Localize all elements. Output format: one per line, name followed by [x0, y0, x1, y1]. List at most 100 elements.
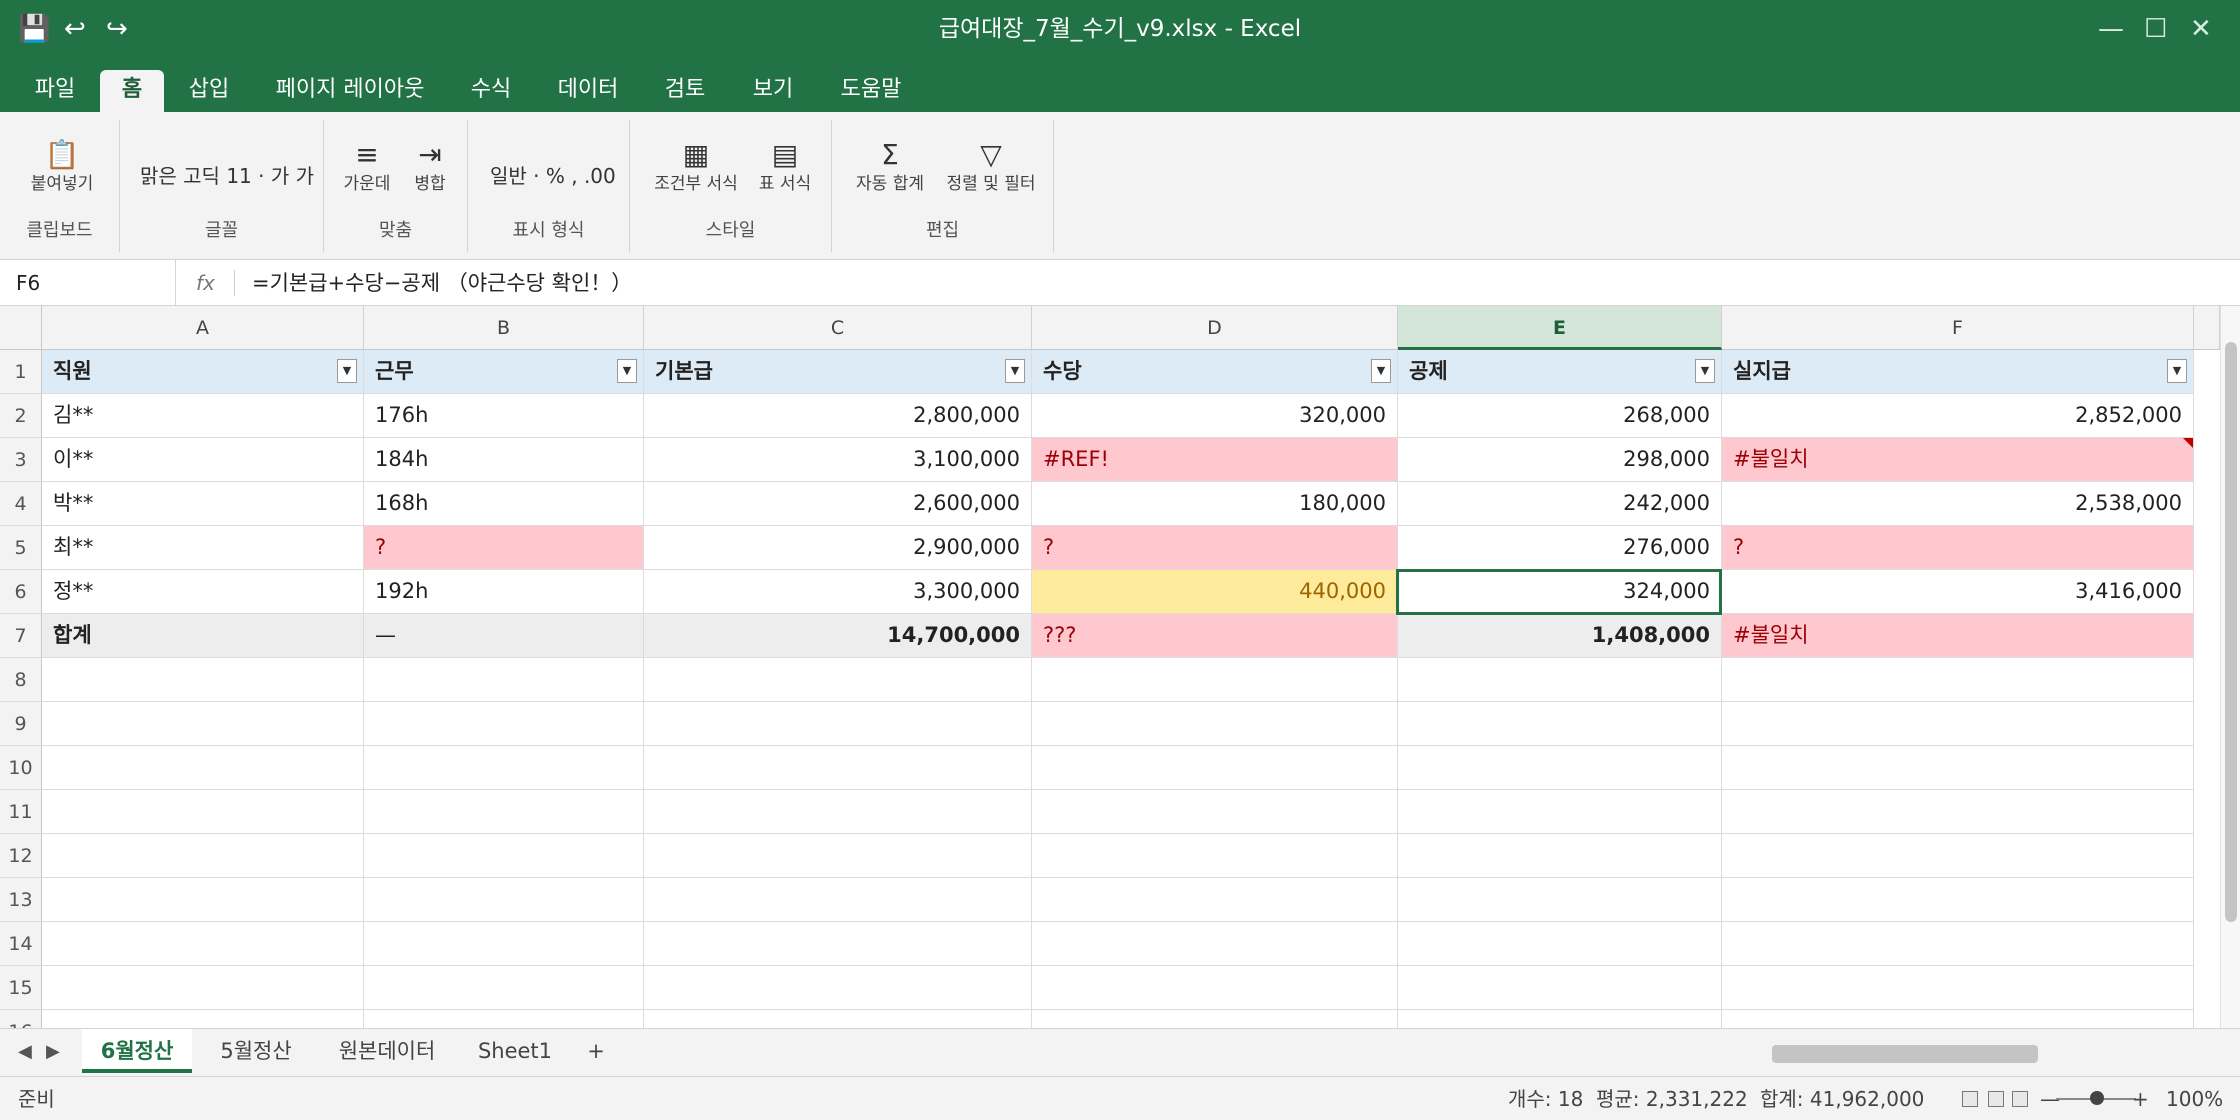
cell[interactable] — [1398, 966, 1722, 1010]
cell[interactable] — [1722, 702, 2194, 746]
cell[interactable] — [42, 790, 364, 834]
row-header[interactable]: 1 — [0, 350, 42, 394]
fx-icon[interactable]: fx — [196, 260, 215, 306]
maximize-button[interactable]: ☐ — [2144, 14, 2167, 44]
row-header[interactable]: 6 — [0, 570, 42, 614]
row-header[interactable]: 5 — [0, 526, 42, 570]
cell[interactable]: 180,000 — [1032, 482, 1398, 526]
cell[interactable] — [364, 1010, 644, 1028]
total-cell[interactable]: — — [364, 614, 644, 658]
row-header[interactable]: 16 — [0, 1010, 42, 1028]
row-header[interactable]: 15 — [0, 966, 42, 1010]
zoom-level[interactable]: 100% — [2166, 1077, 2223, 1120]
cell[interactable] — [42, 702, 364, 746]
row-header[interactable]: 3 — [0, 438, 42, 482]
sheet-next-icon[interactable]: ▶ — [46, 1039, 60, 1065]
cell[interactable]: 324,000 — [1398, 570, 1722, 614]
cell[interactable] — [1398, 658, 1722, 702]
tab-data[interactable]: 데이터 — [546, 70, 630, 112]
cell[interactable]: 242,000 — [1398, 482, 1722, 526]
header-cell-hours[interactable]: 근무 ▼ — [364, 350, 644, 394]
page-break-view-icon[interactable] — [2012, 1091, 2028, 1107]
sort-filter-button[interactable]: ▽ 정렬 및 필터 — [936, 138, 1046, 196]
cell[interactable] — [1398, 746, 1722, 790]
error-cell[interactable]: #REF! — [1032, 438, 1398, 482]
cell[interactable]: 176h — [364, 394, 644, 438]
cell[interactable] — [1032, 658, 1398, 702]
normal-view-icon[interactable] — [1962, 1091, 1978, 1107]
cell[interactable]: 320,000 — [1032, 394, 1398, 438]
cell[interactable]: 168h — [364, 482, 644, 526]
vertical-scrollbar[interactable] — [2220, 306, 2240, 1028]
cell[interactable] — [644, 878, 1032, 922]
filter-dropdown-icon[interactable]: ▼ — [337, 359, 357, 383]
cell[interactable]: 2,600,000 — [644, 482, 1032, 526]
filter-dropdown-icon[interactable]: ▼ — [1371, 359, 1391, 383]
cell[interactable]: 3,416,000 — [1722, 570, 2194, 614]
cell[interactable]: 2,900,000 — [644, 526, 1032, 570]
row-header[interactable]: 11 — [0, 790, 42, 834]
cell[interactable] — [42, 834, 364, 878]
cell[interactable] — [1398, 790, 1722, 834]
total-cell[interactable]: 1,408,000 — [1398, 614, 1722, 658]
cell[interactable] — [364, 746, 644, 790]
cell[interactable] — [1032, 790, 1398, 834]
row-header[interactable]: 12 — [0, 834, 42, 878]
cell[interactable]: 268,000 — [1398, 394, 1722, 438]
cell[interactable] — [1032, 922, 1398, 966]
cell[interactable]: 이** — [42, 438, 364, 482]
total-error-cell[interactable]: #불일치 — [1722, 614, 2194, 658]
cell[interactable] — [42, 922, 364, 966]
row-header[interactable]: 8 — [0, 658, 42, 702]
cell[interactable] — [1398, 834, 1722, 878]
filter-dropdown-icon[interactable]: ▼ — [1005, 359, 1025, 383]
table-format-button[interactable]: ▤ 표 서식 — [752, 138, 818, 196]
cell[interactable] — [42, 1010, 364, 1028]
total-cell[interactable]: 14,700,000 — [644, 614, 1032, 658]
cell[interactable] — [364, 966, 644, 1010]
cell[interactable]: 김** — [42, 394, 364, 438]
tab-insert[interactable]: 삽입 — [176, 70, 242, 112]
error-cell[interactable]: ? — [1722, 526, 2194, 570]
page-layout-view-icon[interactable] — [1988, 1091, 2004, 1107]
cell[interactable] — [1722, 658, 2194, 702]
cell[interactable] — [644, 1010, 1032, 1028]
sheet-tab-june[interactable]: 6월정산 — [82, 1029, 192, 1073]
filter-dropdown-icon[interactable]: ▼ — [1695, 359, 1715, 383]
tab-file[interactable]: 파일 — [22, 70, 88, 112]
tab-view[interactable]: 보기 — [740, 70, 806, 112]
sheet-prev-icon[interactable]: ◀ — [18, 1039, 32, 1065]
column-header-f[interactable]: F — [1722, 306, 2194, 350]
cell[interactable] — [1032, 834, 1398, 878]
cell[interactable] — [42, 966, 364, 1010]
cell[interactable] — [1722, 878, 2194, 922]
cell[interactable] — [1398, 878, 1722, 922]
cell[interactable] — [1032, 878, 1398, 922]
cell[interactable] — [1032, 702, 1398, 746]
conditional-format-button[interactable]: ▦ 조건부 서식 — [644, 138, 748, 196]
minimize-button[interactable]: — — [2098, 14, 2124, 44]
cell[interactable] — [364, 702, 644, 746]
filter-dropdown-icon[interactable]: ▼ — [2167, 359, 2187, 383]
cell[interactable] — [364, 658, 644, 702]
zoom-in-button[interactable]: + — [2132, 1077, 2149, 1120]
row-header[interactable]: 7 — [0, 614, 42, 658]
cell[interactable] — [644, 834, 1032, 878]
cell[interactable] — [1722, 1010, 2194, 1028]
tab-formulas[interactable]: 수식 — [456, 70, 526, 112]
warning-cell[interactable]: 440,000 — [1032, 570, 1398, 614]
tab-help[interactable]: 도움말 — [828, 70, 914, 112]
column-header-g[interactable] — [2194, 306, 2220, 350]
column-header-d[interactable]: D — [1032, 306, 1398, 350]
column-header-b[interactable]: B — [364, 306, 644, 350]
row-header[interactable]: 10 — [0, 746, 42, 790]
horizontal-scroll-thumb[interactable] — [1772, 1045, 2038, 1063]
align-center-button[interactable]: ≡ 가운데 — [338, 138, 396, 196]
cell[interactable] — [1398, 922, 1722, 966]
cell[interactable] — [1032, 966, 1398, 1010]
cell[interactable] — [644, 790, 1032, 834]
cell[interactable] — [1722, 922, 2194, 966]
error-cell[interactable]: ? — [364, 526, 644, 570]
cell[interactable] — [42, 658, 364, 702]
autosum-button[interactable]: Σ 자동 합계 — [846, 138, 934, 196]
